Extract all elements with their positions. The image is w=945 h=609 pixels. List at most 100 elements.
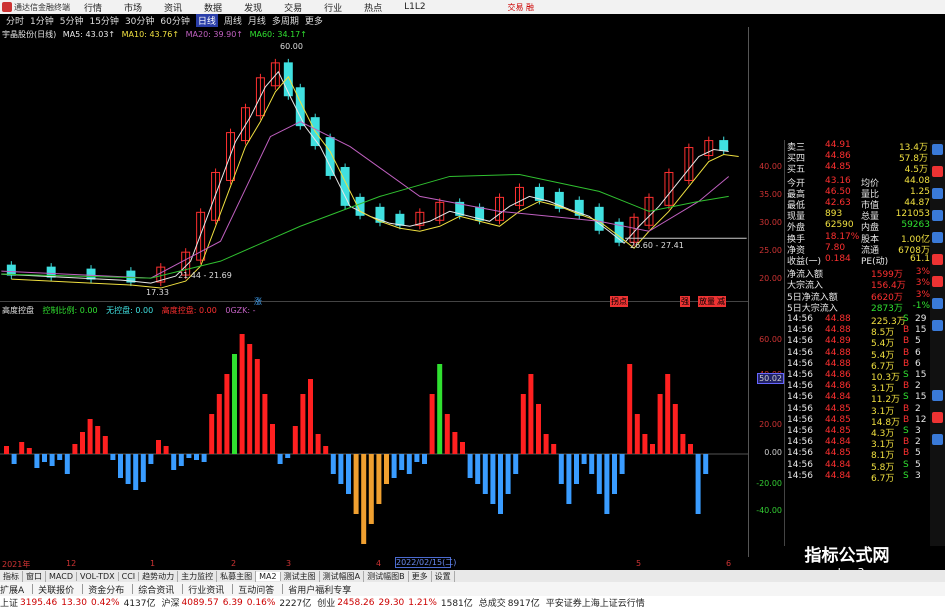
indicator-bar xyxy=(87,419,93,454)
stock-name: 宇晶股份(日线) xyxy=(2,30,57,39)
tick-time: 14:56 xyxy=(787,381,813,392)
period-1min[interactable]: 1分钟 xyxy=(30,14,54,27)
period-60min[interactable]: 60分钟 xyxy=(160,14,189,27)
info-tab-extend[interactable]: 扩展A xyxy=(0,583,24,596)
index-sz-amount: 2227亿 xyxy=(279,599,312,609)
indicator-bar xyxy=(42,454,47,462)
tab-settings[interactable]: 设置 xyxy=(432,570,455,582)
tab-monitor[interactable]: 主力监控 xyxy=(178,570,218,582)
tab-macd[interactable]: MACD xyxy=(46,571,77,581)
gear-icon[interactable] xyxy=(932,298,943,309)
tab-ma2[interactable]: MA2 xyxy=(256,571,281,581)
tick-time: 14:56 xyxy=(787,370,813,380)
ma20-label: MA20: 39.90↑ xyxy=(185,30,244,39)
quote-row: 净流入额 1599万 3% xyxy=(785,267,945,280)
period-monthly[interactable]: 月线 xyxy=(248,14,266,27)
chart-icon[interactable] xyxy=(932,144,943,155)
period-weekly[interactable]: 周线 xyxy=(224,14,242,27)
info-tab-welfare[interactable]: 省用户福利专享 xyxy=(288,583,351,596)
indicator-bar xyxy=(156,440,161,454)
tab-cci[interactable]: CCI xyxy=(119,571,140,581)
star-icon[interactable] xyxy=(932,276,943,287)
info-tab-qa[interactable]: 互动问答 xyxy=(238,583,274,596)
period-multi[interactable]: 多周期 xyxy=(272,14,299,27)
menu-item-news[interactable]: 资讯 xyxy=(164,1,182,14)
news-icon[interactable] xyxy=(932,390,943,401)
trade-link[interactable]: 交易 融 xyxy=(507,2,534,13)
period-toolbar: 分时 1分钟 5分钟 15分钟 30分钟 60分钟 日线 周线 月线 多周期 更… xyxy=(0,14,540,27)
axis-label-35: 35.00 xyxy=(759,190,782,199)
candle xyxy=(395,213,405,226)
stat-value-2: 1.25 xyxy=(909,186,930,197)
indicator-bar xyxy=(216,394,222,454)
menu-bar: 通达信金融终端 行情 市场 资讯 数据 发现 交易 行业 热点 L1L2 交易 … xyxy=(0,0,945,14)
alert-icon[interactable] xyxy=(932,166,943,177)
index-sz-label[interactable]: 沪深 xyxy=(162,596,180,609)
quote-row: 买五 44.85 4.5万 xyxy=(785,162,945,175)
period-intraday[interactable]: 分时 xyxy=(6,14,24,27)
period-15min[interactable]: 15分钟 xyxy=(89,14,118,27)
tick-count: 5 xyxy=(915,448,921,459)
info-icon[interactable] xyxy=(932,320,943,331)
quote-row: 5日大宗流入 2873万 -1% xyxy=(785,301,945,314)
period-5min[interactable]: 5分钟 xyxy=(60,14,84,27)
menu-item-industry[interactable]: 行业 xyxy=(324,1,342,14)
tick-count: 15 xyxy=(915,370,927,380)
flag-icon[interactable] xyxy=(932,254,943,265)
quote-row: 14:56 44.88 8.5万 B 15 xyxy=(785,325,945,338)
tab-vol-tdx[interactable]: VOL-TDX xyxy=(77,571,119,581)
tab-test-b[interactable]: 测试幅图B xyxy=(364,570,409,582)
indicator-chart[interactable] xyxy=(0,302,748,557)
tick-price: 44.85 xyxy=(825,414,851,425)
indicator-bar xyxy=(133,454,139,490)
menu-icon[interactable] xyxy=(932,434,943,445)
period-daily[interactable]: 日线 xyxy=(195,14,218,27)
tab-more[interactable]: 更多 xyxy=(409,570,432,582)
menu-item-market[interactable]: 市场 xyxy=(124,1,142,14)
stat-value-2: 44.08 xyxy=(904,175,930,186)
app-window: { "app": {"title": "通达信金融终端", "right_lab… xyxy=(0,0,945,609)
tick-flag: B xyxy=(903,358,910,369)
tick-time: 14:56 xyxy=(787,336,813,347)
tab-window[interactable]: 窗口 xyxy=(23,570,46,582)
tick-flag: S xyxy=(903,426,909,436)
index-sh-label[interactable]: 上证 xyxy=(0,596,18,609)
tab-trend[interactable]: 趋势动力 xyxy=(139,570,179,582)
indicator-bar xyxy=(688,444,693,454)
tick-flag: B xyxy=(903,448,910,459)
menu-item-hotspot[interactable]: 热点 xyxy=(364,1,382,14)
user-icon[interactable] xyxy=(932,232,943,243)
tick-flag: B xyxy=(903,414,910,425)
period-30min[interactable]: 30分钟 xyxy=(125,14,154,27)
app-logo-icon xyxy=(2,2,12,12)
tab-test-main[interactable]: 测试主图 xyxy=(281,570,320,582)
indicator-field-2: 无控盘: 0.00 xyxy=(106,306,154,315)
info-tab-funds[interactable]: 资金分布 xyxy=(88,583,124,596)
tab-test-a[interactable]: 测试幅图A xyxy=(320,570,365,582)
indicator-bar xyxy=(4,446,9,454)
date-label: 12 xyxy=(66,559,77,568)
index-cy-label[interactable]: 创业 xyxy=(317,596,335,609)
indicator-bar xyxy=(254,359,260,454)
indicator-bar xyxy=(201,454,207,462)
list-icon[interactable] xyxy=(932,188,943,199)
indicator-bar xyxy=(110,454,116,460)
indicator-bar xyxy=(277,454,283,464)
period-more[interactable]: 更多 xyxy=(305,14,323,27)
tab-private[interactable]: 私募主图 xyxy=(217,570,257,582)
menu-item-data[interactable]: 数据 xyxy=(204,1,222,14)
fire-icon[interactable] xyxy=(932,412,943,423)
menu-item-l1l2[interactable]: L1L2 xyxy=(404,2,425,12)
quote-row: 14:56 44.84 3.1万 B 2 xyxy=(785,437,945,450)
ma5-label: MA5: 43.03↑ xyxy=(62,30,116,39)
info-tab-industry[interactable]: 行业资讯 xyxy=(188,583,224,596)
grid-icon[interactable] xyxy=(932,210,943,221)
tab-indicator[interactable]: 指标 xyxy=(0,570,23,582)
menu-item-trade[interactable]: 交易 xyxy=(284,1,302,14)
info-tab-related[interactable]: 关联报价 xyxy=(38,583,74,596)
candlestick-chart[interactable] xyxy=(0,27,748,302)
tick-count: 6 xyxy=(915,358,921,369)
menu-item-discover[interactable]: 发现 xyxy=(244,1,262,14)
menu-item-quotes[interactable]: 行情 xyxy=(84,1,102,14)
info-tab-news[interactable]: 综合资讯 xyxy=(138,583,174,596)
